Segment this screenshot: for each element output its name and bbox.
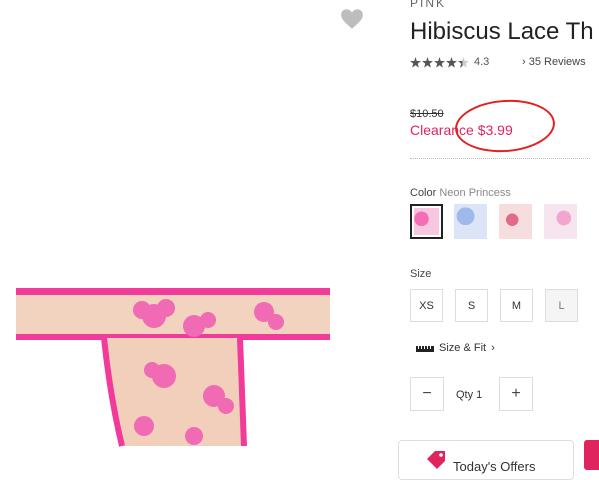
size-m-button[interactable]: M [500, 289, 533, 322]
rating-value: 4.3 [474, 56, 490, 68]
star-icon [410, 56, 421, 68]
color-value: Neon Princess [439, 187, 511, 199]
star-icon [434, 56, 445, 68]
reviews-label: 35 Reviews [528, 56, 586, 68]
star-icon [422, 56, 433, 68]
reviews-link[interactable]: › 35 Reviews [522, 56, 586, 68]
offers-accent [584, 440, 599, 470]
star-icon [446, 56, 457, 68]
chevron-right-icon: › [491, 342, 495, 354]
quantity-increase-button[interactable]: + [499, 377, 533, 411]
highlight-annotation [453, 96, 557, 156]
size-l-button[interactable]: L [545, 289, 578, 322]
rating: 4.3 [410, 55, 489, 69]
todays-offers-button[interactable]: Today's Offers [398, 440, 574, 480]
tag-icon [427, 451, 445, 469]
quantity-value: Qty 1 [456, 389, 483, 401]
divider [410, 158, 590, 159]
original-price: $10.50 [410, 108, 444, 120]
chevron-right-icon: › [522, 56, 526, 68]
minus-icon: − [422, 385, 432, 402]
size-label: Size [410, 268, 432, 280]
swatch-neon-princess[interactable] [410, 204, 443, 239]
product-title: Hibiscus Lace Th [410, 18, 594, 45]
brand-name: PINK [410, 0, 447, 10]
color-label-text: Color [410, 187, 437, 199]
rating-stars [410, 56, 469, 68]
plus-icon: + [511, 385, 521, 402]
quantity-decrease-button[interactable]: − [410, 377, 444, 411]
swatch-blue-lace[interactable] [454, 204, 487, 239]
size-fit-link[interactable]: Size & Fit › [416, 342, 495, 354]
product-info: PINK Hibiscus Lace Th 4.3 › 35 Reviews $… [398, 0, 599, 480]
color-label: Color Neon Princess [410, 187, 511, 199]
star-icon-partial [458, 56, 469, 68]
size-fit-label: Size & Fit [439, 342, 487, 354]
offers-label: Today's Offers [453, 459, 536, 474]
product-image-area [0, 0, 395, 465]
ruler-icon [416, 346, 434, 352]
product-photo [16, 288, 330, 447]
heart-icon[interactable] [339, 6, 365, 32]
swatch-soft-pink-print[interactable] [544, 204, 577, 239]
swatch-pink-floral[interactable] [499, 204, 532, 239]
size-s-button[interactable]: S [455, 289, 488, 322]
size-xs-button[interactable]: XS [410, 289, 443, 322]
